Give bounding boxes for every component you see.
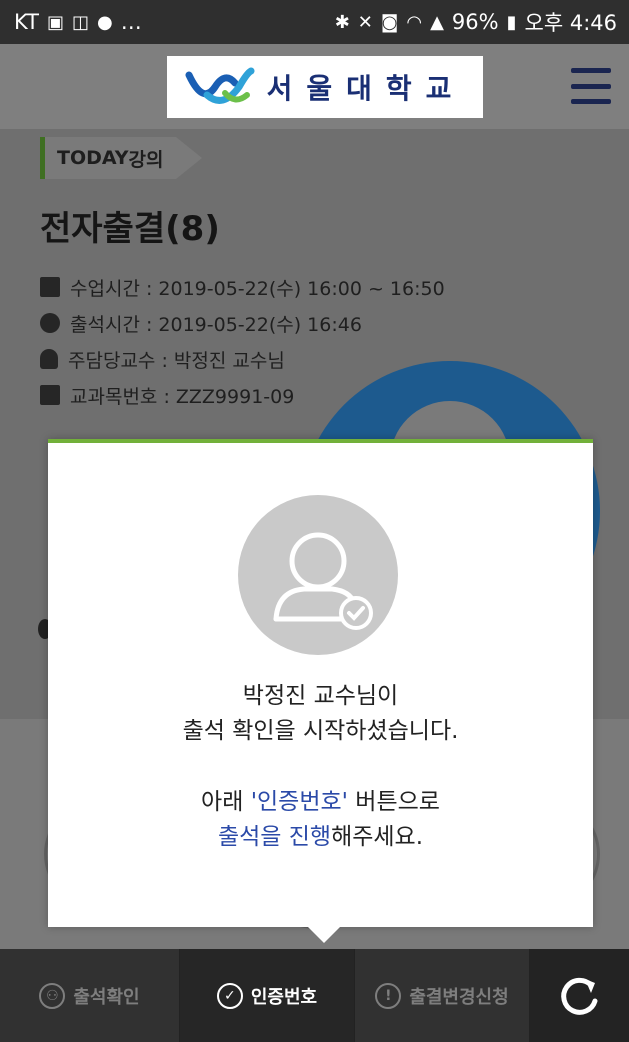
tab-auth-code[interactable]: ✓ 인증번호 — [180, 949, 355, 1042]
refresh-icon — [560, 977, 597, 1015]
exclamation-circle-icon: ! — [375, 982, 402, 1009]
snu-logo-icon — [185, 67, 255, 104]
tab-attendance-change-request[interactable]: ! 출결변경신청 — [355, 949, 530, 1042]
dialog-message-1: 박정진 교수님이 출석 확인을 시작하셨습니다. — [48, 679, 593, 749]
tab-attendance-check[interactable]: ⚇ 출석확인 — [0, 949, 180, 1042]
course-number: 교과목번호 : ZZZ9991-09 — [70, 385, 295, 408]
class-time-row: 수업시간 : 2019-05-22(수) 16:00 ~ 16:50 — [40, 269, 445, 305]
dialog-message-2: 아래 '인증번호' 버튼으로 출석을 진행해주세요. — [48, 785, 593, 855]
hd-icon: ◙ — [380, 11, 399, 33]
class-time: 수업시간 : 2019-05-22(수) 16:00 ~ 16:50 — [70, 277, 445, 300]
line3-pre: 아래 — [201, 789, 251, 815]
clock: 오후 4:46 — [524, 11, 617, 35]
badge-lecture: 강의 — [128, 148, 164, 171]
status-right: ✱ ✕ ◙ ◠ ▲ 96% ▮ 오후 4:46 — [335, 7, 617, 37]
bottom-tab-bar: ⚇ 출석확인 ✓ 인증번호 ! 출결변경신청 — [0, 949, 629, 1042]
professor-row: 주담당교수 : 박정진 교수님 — [40, 341, 445, 377]
calendar-icon — [40, 277, 60, 297]
tab-auth-code-label: 인증번호 — [250, 986, 318, 1008]
message-line-2: 출석 확인을 시작하셨습니다. — [182, 718, 459, 744]
carrier-label: KT — [14, 10, 39, 34]
hamburger-menu-icon[interactable] — [571, 68, 611, 104]
attend-time: 출석시간 : 2019-05-22(수) 16:46 — [70, 313, 362, 336]
app-header: 서울대학교 — [0, 44, 629, 129]
wifi-icon: ◠ — [406, 11, 423, 33]
clock-icon — [40, 313, 60, 333]
bluetooth-icon: ✱ — [334, 11, 350, 33]
dialog-pointer — [308, 927, 340, 943]
attend-time-row: 출석시간 : 2019-05-22(수) 16:46 — [40, 305, 445, 341]
today-lecture-badge: TODAY 강의 — [40, 137, 202, 179]
university-logo[interactable]: 서울대학교 — [167, 56, 483, 118]
refresh-button[interactable] — [530, 949, 629, 1042]
line3-post: 버튼으로 — [347, 789, 440, 815]
person-circle-icon: ⚇ — [39, 982, 66, 1009]
person-icon — [40, 349, 58, 369]
chat-icon: ◫ — [71, 11, 89, 33]
menu-bar-3 — [571, 99, 611, 104]
menu-bar-2 — [571, 83, 611, 89]
course-title: 전자출결(8) — [40, 209, 220, 249]
menu-bar-1 — [571, 68, 611, 73]
user-check-avatar — [238, 495, 398, 655]
tab-attendance-change-label: 출결변경신청 — [409, 986, 509, 1008]
line4-post: 해주세요. — [331, 824, 424, 850]
battery-icon: ▮ — [506, 11, 517, 33]
status-left: KT ▣ ◫ ● … — [14, 10, 142, 34]
check-circle-icon: ✓ — [216, 982, 243, 1009]
tab-attendance-check-label: 출석확인 — [73, 986, 140, 1008]
attendance-start-dialog: 박정진 교수님이 출석 확인을 시작하셨습니다. 아래 '인증번호' 버튼으로 … — [48, 439, 593, 943]
battery-level: 96% — [451, 10, 499, 34]
badge-today: TODAY — [57, 147, 129, 169]
book-icon — [40, 385, 60, 405]
line3-highlight: '인증번호' — [250, 789, 348, 815]
logo-text: 서울대학교 — [266, 72, 466, 105]
talk-icon: ● — [97, 11, 113, 33]
message-line-1: 박정진 교수님이 — [242, 683, 399, 709]
more-notifications-icon: … — [120, 10, 142, 34]
mute-icon: ✕ — [357, 11, 373, 33]
professor: 주담당교수 : 박정진 교수님 — [68, 349, 285, 372]
user-check-icon — [273, 532, 373, 630]
image-icon: ▣ — [46, 11, 64, 33]
line4-highlight: 출석을 진행 — [217, 824, 332, 850]
signal-icon: ▲ — [430, 11, 444, 33]
message-line-3: 아래 '인증번호' 버튼으로 — [48, 785, 593, 820]
message-line-4: 출석을 진행해주세요. — [48, 820, 593, 855]
status-bar: KT ▣ ◫ ● … ✱ ✕ ◙ ◠ ▲ 96% ▮ 오후 4:46 — [0, 0, 629, 44]
